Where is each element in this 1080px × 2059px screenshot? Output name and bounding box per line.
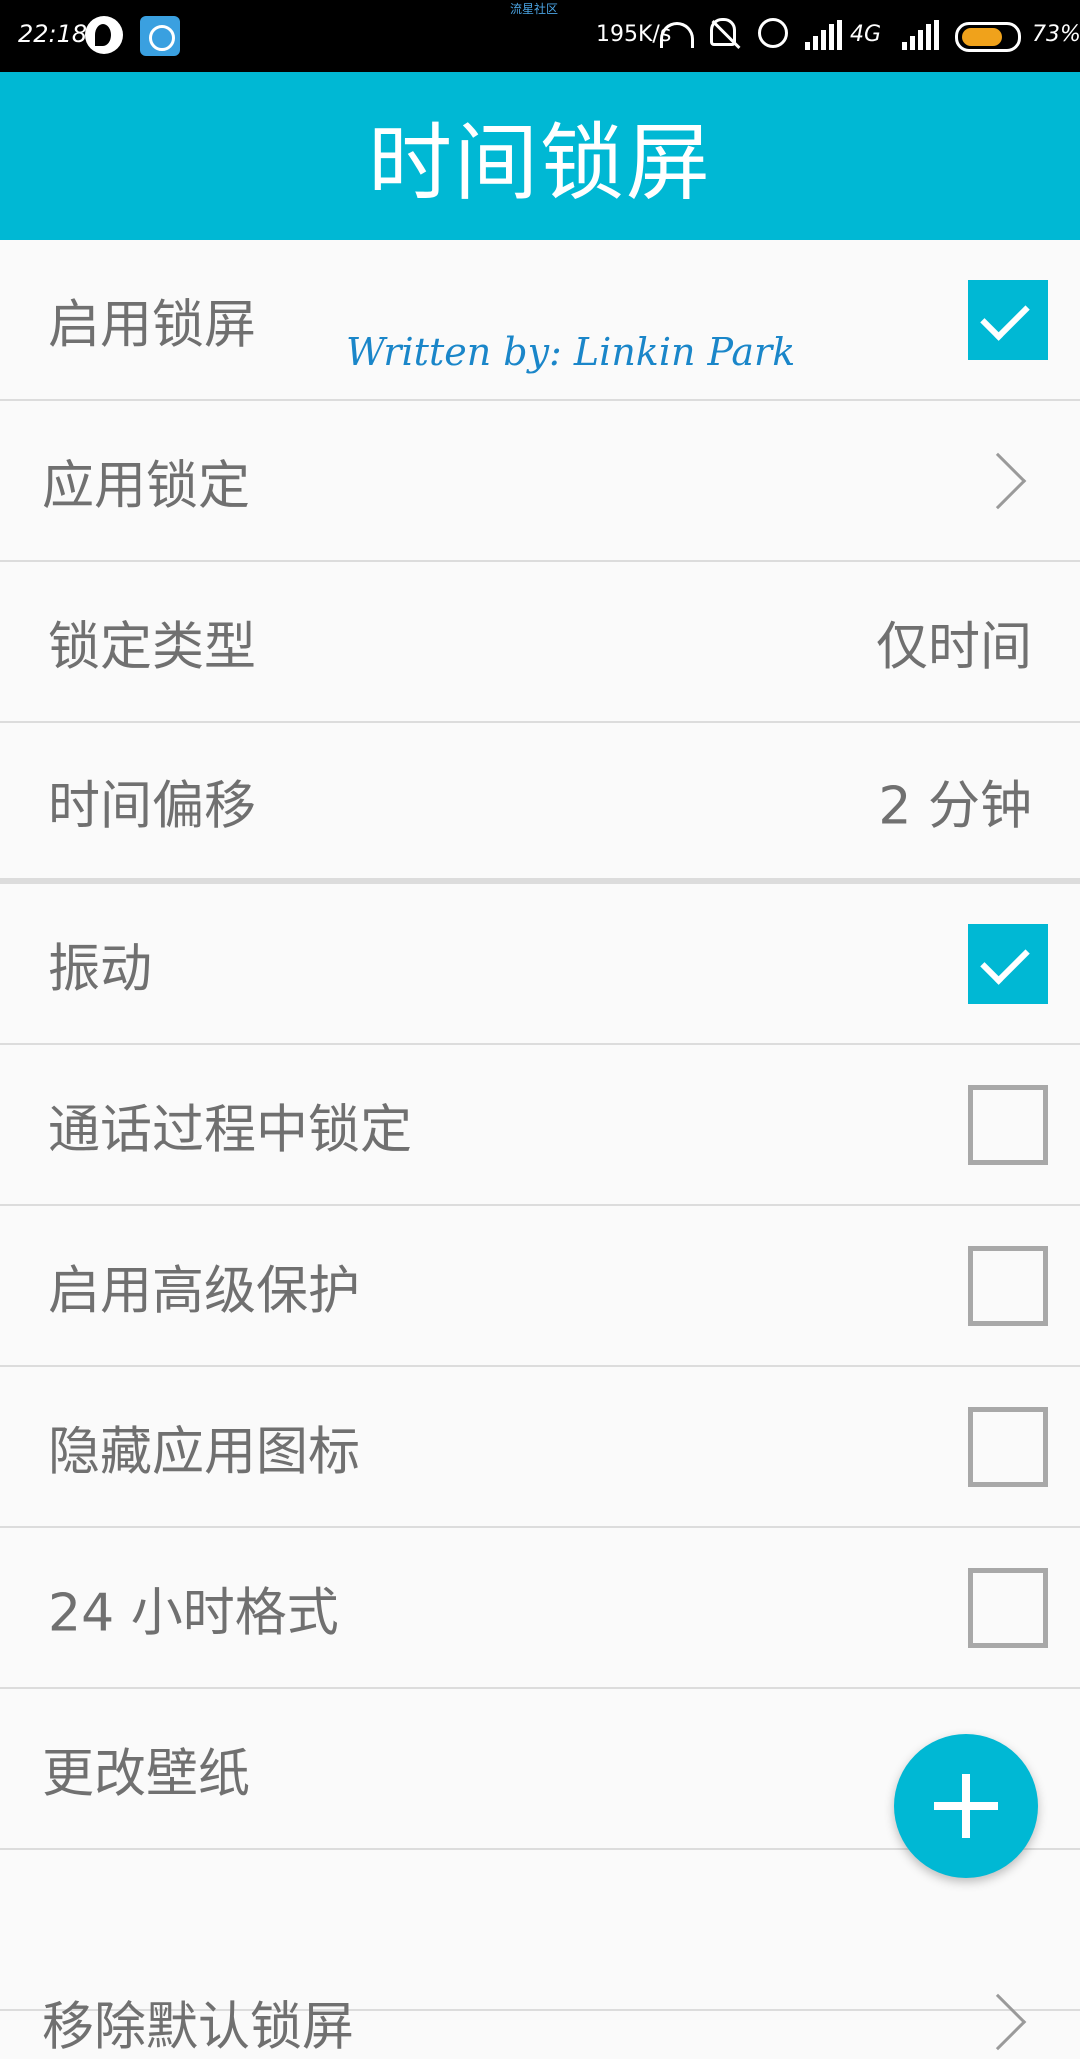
setting-24-hour[interactable]: 24 小时格式 <box>0 1528 1080 1689</box>
setting-label: 隐藏应用图标 <box>48 1422 361 1482</box>
watermark-text: Written by: Linkin Park <box>346 330 796 374</box>
advanced-protection-checkbox[interactable] <box>968 1245 1048 1326</box>
setting-label: 24 小时格式 <box>48 1583 339 1643</box>
setting-label: 移除默认锁屏 <box>42 1997 355 2058</box>
headphone-icon <box>660 22 694 48</box>
status-time: 22:18 <box>18 20 88 48</box>
alarm-icon <box>758 18 788 48</box>
setting-label: 时间偏移 <box>48 776 257 836</box>
setting-label: 锁定类型 <box>48 617 257 677</box>
setting-label: 通话过程中锁定 <box>48 1100 413 1160</box>
app-notification-icon <box>85 16 123 54</box>
setting-label: 振动 <box>48 939 153 999</box>
bell-off-icon <box>710 18 736 46</box>
lock-during-call-checkbox[interactable] <box>968 1084 1048 1165</box>
add-fab-button[interactable] <box>894 1734 1038 1878</box>
setting-label: 启用高级保护 <box>48 1261 361 1321</box>
setting-time-offset[interactable]: 时间偏移 2 分钟 <box>0 723 1080 884</box>
enable-lock-checkbox[interactable] <box>968 279 1048 360</box>
setting-label: 应用锁定 <box>42 456 251 516</box>
24-hour-checkbox[interactable] <box>968 1567 1048 1648</box>
battery-percent: 73% <box>1032 22 1080 47</box>
app-bar: 时间锁屏 <box>0 72 1080 240</box>
setting-enable-lock[interactable]: 启用锁屏 <box>0 240 1080 401</box>
status-center-text: 流星社区 <box>510 2 559 16</box>
network-type: 4G <box>850 22 882 47</box>
setting-advanced-protection[interactable]: 启用高级保护 <box>0 1206 1080 1367</box>
battery-icon <box>955 22 1021 52</box>
time-offset-value: 2 分钟 <box>878 776 1032 836</box>
setting-vibrate[interactable]: 振动 <box>0 884 1080 1045</box>
setting-lock-during-call[interactable]: 通话过程中锁定 <box>0 1045 1080 1206</box>
page-title: 时间锁屏 <box>367 113 712 212</box>
setting-remove-default-lock[interactable]: 移除默认锁屏 <box>0 1850 1080 2057</box>
signal-icon-2 <box>902 20 939 50</box>
clock-app-icon <box>140 16 180 56</box>
setting-hide-app-icon[interactable]: 隐藏应用图标 <box>0 1367 1080 1528</box>
setting-app-lock[interactable]: 应用锁定 <box>0 401 1080 562</box>
vibrate-checkbox[interactable] <box>968 923 1048 1004</box>
lock-type-value: 仅时间 <box>875 617 1032 677</box>
settings-list: 启用锁屏 应用锁定 锁定类型 仅时间 时间偏移 2 分钟 振动 通话过程中锁定 … <box>0 240 1080 2057</box>
signal-icon <box>805 20 842 50</box>
setting-lock-type[interactable]: 锁定类型 仅时间 <box>0 562 1080 723</box>
setting-label: 更改壁纸 <box>42 1744 251 1804</box>
status-bar: 22:18 流星社区 195K/s 4G 73% <box>0 0 1080 72</box>
hide-app-icon-checkbox[interactable] <box>968 1406 1048 1487</box>
chevron-right-icon <box>969 452 1027 509</box>
chevron-right-icon <box>969 1993 1027 2051</box>
setting-label: 启用锁屏 <box>48 295 257 355</box>
